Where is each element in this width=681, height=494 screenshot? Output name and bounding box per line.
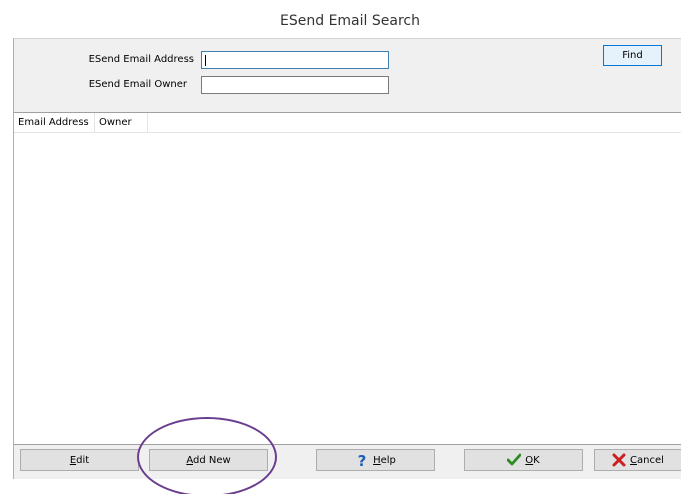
help-button-label: Help	[373, 454, 396, 466]
text-caret	[205, 55, 206, 66]
email-owner-label: ESend Email Owner	[88, 79, 187, 90]
email-address-input[interactable]	[201, 51, 389, 69]
cancel-button-label: Cancel	[630, 454, 664, 466]
edit-button-label: Edit	[69, 454, 90, 466]
results-list[interactable]: Email Address Owner	[14, 112, 681, 445]
column-header-owner[interactable]: Owner	[95, 113, 148, 132]
list-header: Email Address Owner	[14, 113, 681, 133]
edit-button[interactable]: Edit	[20, 449, 139, 471]
help-button[interactable]: ? Help	[316, 449, 435, 471]
find-button-label: Find	[622, 50, 643, 61]
svg-text:?: ?	[358, 453, 367, 467]
ok-button-label: OK	[525, 454, 540, 466]
window-title: ESend Email Search	[280, 13, 420, 29]
email-address-label: ESend Email Address	[88, 54, 194, 65]
cancel-button[interactable]: Cancel	[594, 449, 681, 471]
email-owner-input[interactable]	[201, 76, 389, 94]
add-new-button[interactable]: Add New	[149, 449, 268, 471]
question-mark-icon: ?	[358, 453, 367, 467]
ok-button[interactable]: OK	[464, 449, 583, 471]
add-new-button-label: Add New	[186, 454, 231, 466]
x-mark-icon	[612, 453, 626, 467]
column-header-email-address[interactable]: Email Address	[14, 113, 95, 132]
title-bar: ESend Email Search	[0, 0, 681, 38]
esend-email-search-window: ESend Email Search ESend Email Address E…	[0, 0, 681, 494]
dialog-body: ESend Email Address ESend Email Owner Fi…	[13, 38, 681, 479]
checkmark-icon	[507, 453, 522, 466]
find-button[interactable]: Find	[603, 45, 662, 66]
